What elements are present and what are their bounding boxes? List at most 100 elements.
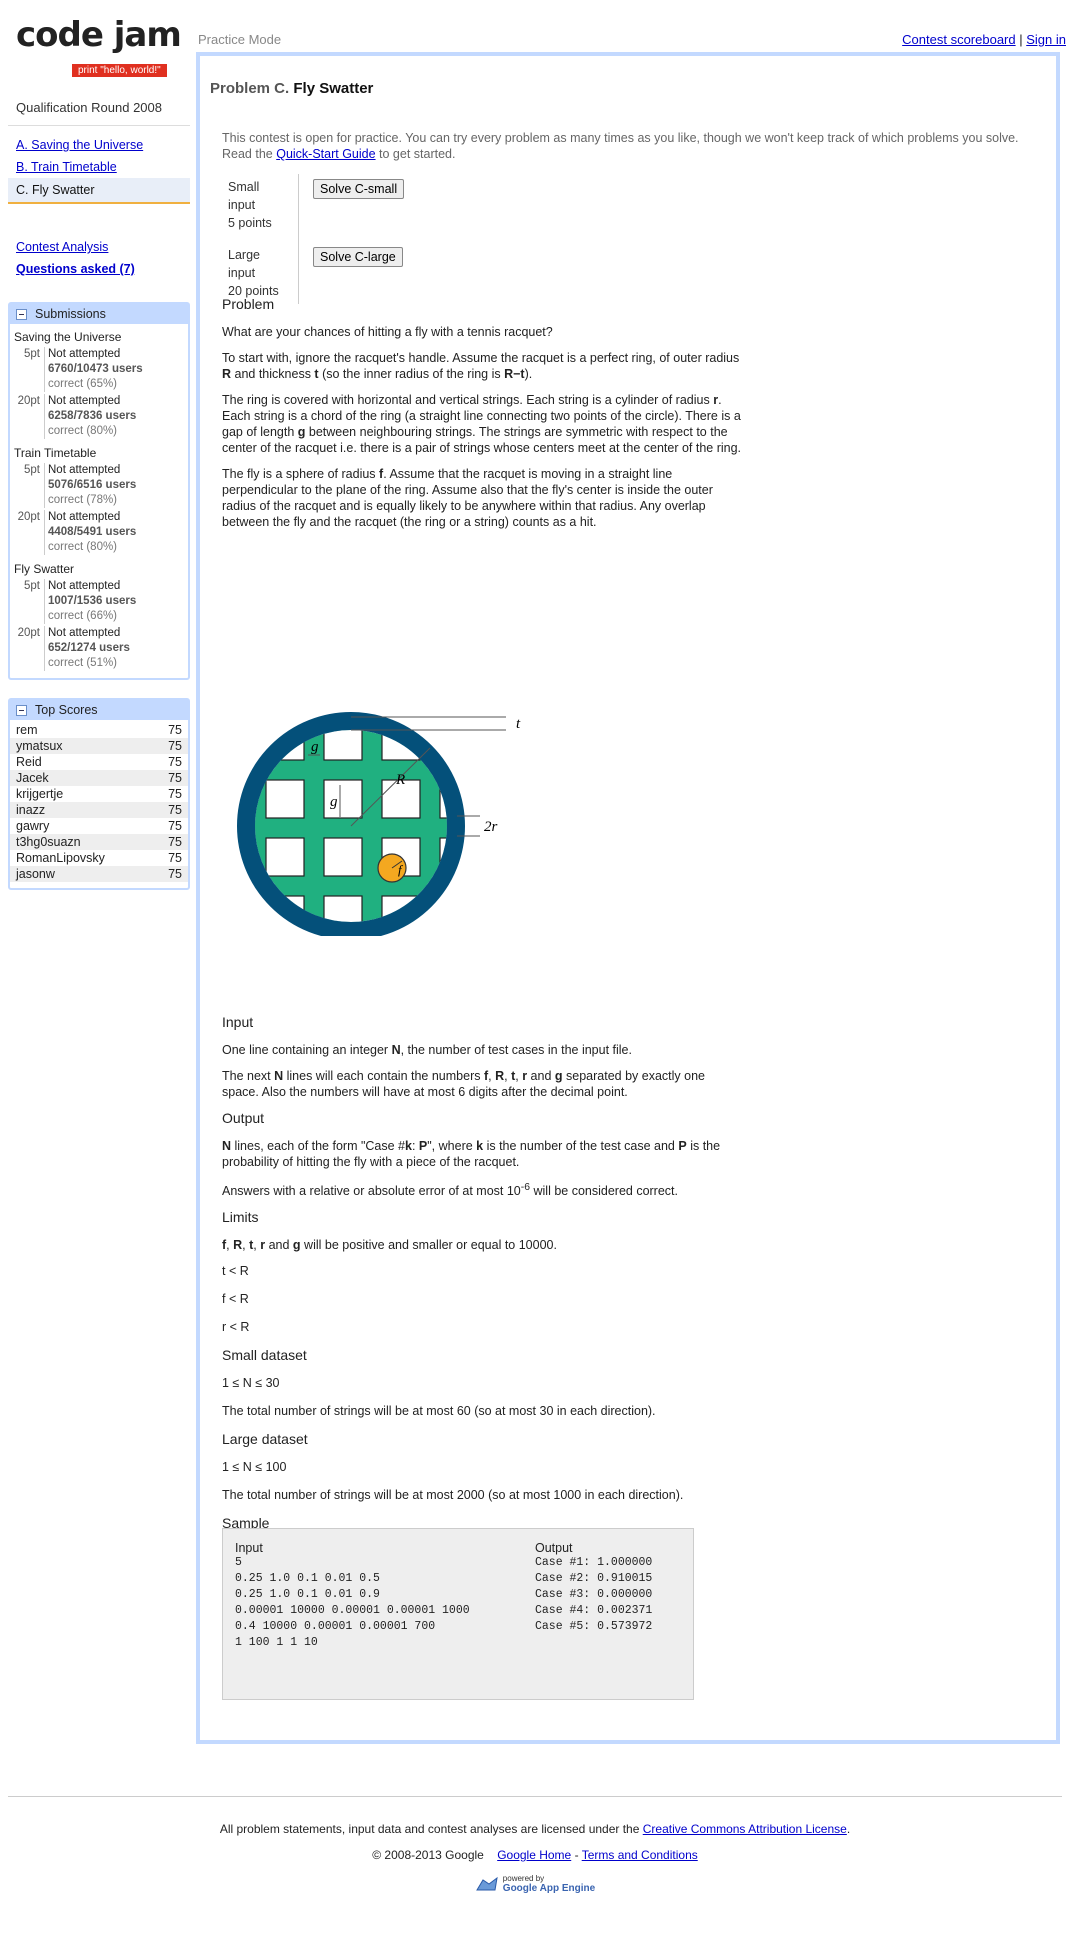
input-p2: The next N lines will each contain the n… bbox=[222, 1069, 705, 1099]
submissions-header[interactable]: Submissions bbox=[10, 304, 188, 324]
problem-section-heading: Problem bbox=[222, 296, 275, 312]
fig-label-2r: 2r bbox=[484, 819, 498, 835]
submission-info: Not attempted 6258/7836 users correct (80%… bbox=[44, 394, 136, 439]
top-score-value: 75 bbox=[168, 755, 182, 769]
sample-input-column: Input 5 0.25 1.0 0.1 0.01 0.5 0.25 1.0 0… bbox=[235, 1541, 470, 1651]
contest-analysis-link[interactable]: Contest Analysis bbox=[8, 238, 190, 256]
large-dataset-strings: The total number of strings will be at m… bbox=[222, 1488, 684, 1503]
top-links-separator: | bbox=[1019, 32, 1023, 47]
collapse-icon[interactable] bbox=[16, 308, 27, 320]
top-score-row[interactable]: inazz 75 bbox=[10, 802, 188, 818]
sample-output-column: Output Case #1: 1.000000 Case #2: 0.9100… bbox=[535, 1541, 652, 1635]
problem-link-a[interactable]: A. Saving the Universe bbox=[8, 134, 190, 156]
statement-p3: The ring is covered with horizontal and … bbox=[222, 393, 742, 455]
submission-info: Not attempted 4408/5491 users correct (80%… bbox=[44, 510, 136, 555]
sign-in-link[interactable]: Sign in bbox=[1026, 32, 1066, 47]
input-p1: One line containing an integer N, the nu… bbox=[222, 1043, 632, 1057]
top-score-name[interactable]: t3hg0suazn bbox=[16, 835, 81, 849]
terms-link[interactable]: Terms and Conditions bbox=[582, 1848, 698, 1862]
limits-t: t < R bbox=[222, 1264, 249, 1279]
large-input-info: Large input 20 points bbox=[222, 236, 299, 304]
submission-row: 5pt Not attempted 1007/1536 users correct (… bbox=[10, 578, 188, 625]
top-score-row[interactable]: gawry 75 bbox=[10, 818, 188, 834]
submission-status: Not attempted bbox=[48, 627, 121, 639]
quick-start-guide-link[interactable]: Quick-Start Guide bbox=[276, 147, 375, 161]
top-score-name[interactable]: ymatsux bbox=[16, 739, 63, 753]
practice-info: This contest is open for practice. You c… bbox=[222, 130, 1032, 162]
contest-scoreboard-link[interactable]: Contest scoreboard bbox=[902, 32, 1015, 47]
submission-correct: correct (78%) bbox=[48, 494, 118, 506]
top-score-row[interactable]: krijgertje 75 bbox=[10, 786, 188, 802]
top-score-row[interactable]: Jacek 75 bbox=[10, 770, 188, 786]
top-score-name[interactable]: krijgertje bbox=[16, 787, 63, 801]
sample-box: Input 5 0.25 1.0 0.1 0.01 0.5 0.25 1.0 0… bbox=[222, 1528, 694, 1700]
submission-points: 20pt bbox=[17, 511, 40, 523]
problem-link-c-current[interactable]: C. Fly Swatter bbox=[8, 178, 190, 204]
problem-title: Fly Swatter bbox=[293, 80, 374, 97]
submission-row: 5pt Not attempted 6760/10473 users correct … bbox=[10, 346, 188, 393]
top-score-row[interactable]: rem 75 bbox=[10, 722, 188, 738]
submissions-box: Submissions Saving the Universe 5pt Not at… bbox=[8, 302, 190, 680]
collapse-icon[interactable] bbox=[16, 704, 27, 716]
large-dataset-heading: Large dataset bbox=[222, 1431, 308, 1448]
sample-input-label: Input bbox=[235, 1541, 263, 1555]
limits-heading: Limits bbox=[222, 1209, 259, 1226]
solve-small-button[interactable]: Solve C-small bbox=[313, 179, 405, 199]
top-score-row[interactable]: t3hg0suazn 75 bbox=[10, 834, 188, 850]
statement-p4: The fly is a sphere of radius f. Assume … bbox=[222, 467, 713, 529]
top-score-name[interactable]: Reid bbox=[16, 755, 42, 769]
submission-problem-name: Fly Swatter bbox=[14, 562, 75, 576]
top-links: Contest scoreboard | Sign in bbox=[902, 32, 1066, 47]
submission-points: 5pt bbox=[24, 580, 40, 592]
submission-users: 6760/10473 users bbox=[48, 363, 143, 375]
top-score-row[interactable]: ymatsux 75 bbox=[10, 738, 188, 754]
top-score-row[interactable]: RomanLipovsky 75 bbox=[10, 850, 188, 866]
google-home-link[interactable]: Google Home bbox=[497, 1848, 571, 1862]
top-score-name[interactable]: jasonw bbox=[16, 867, 55, 881]
top-score-value: 75 bbox=[168, 771, 182, 785]
small-dataset-strings: The total number of strings will be at m… bbox=[222, 1404, 656, 1419]
top-scores-list: rem 75 ymatsux 75 Reid 75 Jacek 75 krijgertje 75 i… bbox=[10, 720, 188, 888]
questions-asked-link[interactable]: Questions asked (7) bbox=[8, 256, 190, 282]
app-engine-text: Google App Engine bbox=[502, 1883, 596, 1894]
sample-output-text: Case #1: 1.000000 Case #2: 0.910015 Case… bbox=[535, 1556, 653, 1633]
problem-link-b[interactable]: B. Train Timetable bbox=[8, 156, 190, 178]
problem-statement: Problem What are your chances of hitting… bbox=[222, 296, 742, 540]
top-scores-header[interactable]: Top Scores bbox=[10, 700, 188, 720]
footer: All problem statements, input data and c… bbox=[0, 1822, 1070, 1897]
app-engine-badge[interactable]: powered by Google App Engine bbox=[475, 1874, 595, 1894]
top-score-name[interactable]: RomanLipovsky bbox=[16, 851, 105, 865]
top-score-value: 75 bbox=[168, 723, 182, 737]
top-score-value: 75 bbox=[168, 867, 182, 881]
top-score-value: 75 bbox=[168, 787, 182, 801]
submission-info: Not attempted 1007/1536 users correct (66%… bbox=[44, 579, 136, 624]
logo: code jam bbox=[16, 15, 182, 55]
top-score-name[interactable]: Jacek bbox=[16, 771, 49, 785]
fig-label-g-horizontal: g bbox=[311, 739, 319, 755]
submission-correct: correct (80%) bbox=[48, 541, 118, 553]
footer-divider bbox=[8, 1796, 1062, 1797]
small-input-label: Small input bbox=[228, 180, 260, 212]
submission-points: 5pt bbox=[24, 464, 40, 476]
top-score-name[interactable]: inazz bbox=[16, 803, 45, 817]
top-score-name[interactable]: gawry bbox=[16, 819, 49, 833]
submission-info: Not attempted 652/1274 users correct (51%) bbox=[44, 626, 130, 671]
small-dataset-heading: Small dataset bbox=[222, 1347, 307, 1364]
submission-row: 20pt Not attempted 4408/5491 users correct … bbox=[10, 509, 188, 556]
solve-large-button[interactable]: Solve C-large bbox=[313, 247, 403, 267]
submission-correct: correct (80%) bbox=[48, 425, 118, 437]
top-score-row[interactable]: jasonw 75 bbox=[10, 866, 188, 882]
top-score-name[interactable]: rem bbox=[16, 723, 38, 737]
sidebar: Qualification Round 2008 A. Saving the U… bbox=[8, 98, 190, 890]
submission-info: Not attempted 5076/6516 users correct (78%… bbox=[44, 463, 136, 508]
output-p1: N lines, each of the form "Case #k: P", … bbox=[222, 1139, 721, 1169]
top-score-row[interactable]: Reid 75 bbox=[10, 754, 188, 770]
sample-output-label: Output bbox=[535, 1541, 573, 1555]
cc-license-link[interactable]: Creative Commons Attribution License bbox=[643, 1822, 847, 1836]
submission-correct: correct (66%) bbox=[48, 610, 118, 622]
submission-users: 5076/6516 users bbox=[48, 479, 137, 491]
limits-f: f < R bbox=[222, 1292, 249, 1307]
logo-tagline: print "hello, world!" bbox=[72, 64, 167, 77]
top-score-value: 75 bbox=[168, 803, 182, 817]
